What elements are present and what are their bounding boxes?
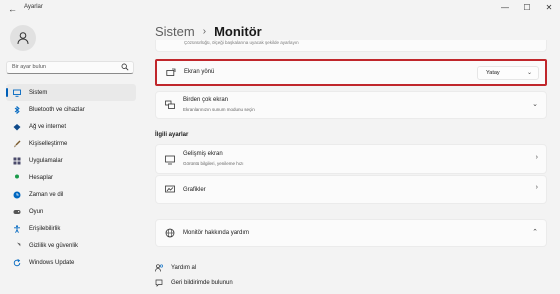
sidebar-item-10[interactable]: Gizlilik ve güvenlik — [6, 237, 136, 254]
sidebar-item-9[interactable]: Erişilebilirlik — [6, 220, 136, 237]
gamepad-icon — [13, 208, 21, 216]
update-icon — [13, 258, 21, 267]
sidebar-item-7[interactable]: Zaman ve dil — [6, 186, 136, 203]
avatar[interactable] — [10, 25, 36, 51]
scale-layout-card[interactable]: Çözünürlüğü, ölçeği başkalarına uyacak ş… — [155, 40, 547, 52]
globe-clock-icon — [13, 191, 21, 199]
sidebar-item-label: Uygulamalar — [29, 157, 63, 164]
orientation-icon — [166, 68, 176, 78]
orientation-label: Ekran yönü — [184, 69, 215, 75]
apps-icon — [13, 157, 21, 165]
chevron-right-icon: › — [535, 154, 538, 161]
user-icon — [17, 32, 29, 45]
minimize-button[interactable]: — — [494, 1, 516, 15]
feedback-icon — [155, 279, 163, 287]
app-title: Ayarlar — [24, 4, 43, 10]
graphics-icon — [165, 185, 175, 195]
display-orientation-row: Ekran yönü Yatay ⌄ — [155, 59, 547, 86]
multiple-displays-icon — [165, 100, 175, 110]
wifi-icon — [13, 123, 21, 131]
sidebar-item-6[interactable]: Hesaplar — [6, 169, 136, 186]
search-placeholder: Bir ayar bulun — [12, 64, 46, 70]
graphics-title: Grafikler — [183, 187, 206, 193]
chevron-down-icon: ⌄ — [532, 101, 538, 108]
page-title: Monitör — [214, 24, 262, 39]
shield-icon — [13, 242, 21, 250]
search-input[interactable]: Bir ayar bulun — [6, 61, 134, 74]
sidebar-item-label: Bluetooth ve cihazlar — [29, 106, 85, 113]
person-icon — [13, 174, 21, 182]
sidebar-item-label: Windows Update — [29, 259, 75, 266]
sidebar-item-label: Erişilebilirlik — [29, 225, 61, 232]
sidebar-item-label: Gizlilik ve güvenlik — [29, 242, 79, 249]
chevron-up-icon: ⌃ — [532, 229, 538, 236]
sidebar-item-1[interactable]: Sistem — [6, 84, 136, 101]
multiple-displays-title: Birden çok ekran — [183, 97, 229, 103]
sidebar-item-label: Hesaplar — [29, 174, 54, 181]
globe-icon — [165, 228, 175, 238]
chevron-down-icon: ⌄ — [526, 70, 532, 76]
title-bar: ← Ayarlar — ☐ ✕ — [0, 0, 560, 18]
related-settings-header: İlgili ayarlar — [155, 132, 189, 138]
sidebar-nav: Sistem Bluetooth ve cihazlar Ağ ve interne… — [6, 84, 136, 271]
get-help-link[interactable]: Yardım al — [155, 260, 233, 275]
brush-icon — [13, 140, 21, 148]
sidebar-item-label: Oyun — [29, 208, 44, 215]
get-help-label: Yardım al — [171, 264, 197, 271]
orientation-value: Yatay — [486, 70, 500, 76]
graphics-row[interactable]: Grafikler › — [155, 175, 547, 204]
maximize-button[interactable]: ☐ — [516, 1, 538, 15]
scale-layout-text: Çözünürlüğü, ölçeği başkalarına uyacak ş… — [184, 40, 299, 45]
sidebar: Bir ayar bulun Sistem Bluetooth ve cihazl… — [0, 18, 142, 294]
advanced-display-row[interactable]: Gelişmiş ekran Görüntü bilgileri, yenile… — [155, 144, 547, 174]
sidebar-item-label: Zaman ve dil — [29, 191, 64, 198]
sidebar-item-5[interactable]: Uygulamalar — [6, 152, 136, 169]
monitor-help-row[interactable]: Monitör hakkında yardım ⌃ — [155, 219, 547, 247]
sidebar-item-3[interactable]: Ağ ve internet — [6, 118, 136, 135]
multiple-displays-subtitle: Ekranlarınızın sunum modunu seçin — [183, 107, 255, 112]
back-button[interactable]: ← — [8, 3, 17, 15]
monitor-icon — [165, 155, 175, 165]
sidebar-item-11[interactable]: Windows Update — [6, 254, 136, 271]
accessibility-icon — [13, 224, 21, 233]
advanced-display-title: Gelişmiş ekran — [183, 151, 223, 157]
breadcrumb-separator: › — [202, 26, 207, 37]
settings-window: ← Ayarlar — ☐ ✕ Bir ayar bulun Sistem Blu… — [0, 0, 560, 294]
advanced-display-subtitle: Görüntü bilgileri, yenileme hızı — [183, 161, 244, 166]
sidebar-item-label: Sistem — [29, 89, 48, 96]
search-icon — [121, 63, 129, 71]
help-links: Yardım al Geri bildirimde bulunun — [155, 260, 233, 290]
sidebar-item-2[interactable]: Bluetooth ve cihazlar — [6, 101, 136, 118]
monitor-help-title: Monitör hakkında yardım — [183, 230, 250, 236]
help-person-icon — [155, 263, 163, 272]
sidebar-item-label: Ağ ve internet — [29, 123, 67, 130]
bluetooth-icon — [13, 105, 21, 114]
close-button[interactable]: ✕ — [538, 1, 560, 15]
sidebar-item-4[interactable]: Kişiselleştirme — [6, 135, 136, 152]
breadcrumb-parent[interactable]: Sistem — [155, 24, 195, 39]
give-feedback-link[interactable]: Geri bildirimde bulunun — [155, 275, 233, 290]
give-feedback-label: Geri bildirimde bulunun — [171, 279, 233, 286]
monitor-icon — [13, 89, 21, 97]
multiple-displays-row[interactable]: Birden çok ekran Ekranlarınızın sunum mo… — [155, 91, 547, 119]
sidebar-item-label: Kişiselleştirme — [29, 140, 68, 147]
breadcrumb: Sistem › Monitör — [155, 24, 262, 39]
orientation-dropdown[interactable]: Yatay ⌄ — [477, 66, 539, 80]
chevron-right-icon: › — [535, 184, 538, 191]
sidebar-item-8[interactable]: Oyun — [6, 203, 136, 220]
